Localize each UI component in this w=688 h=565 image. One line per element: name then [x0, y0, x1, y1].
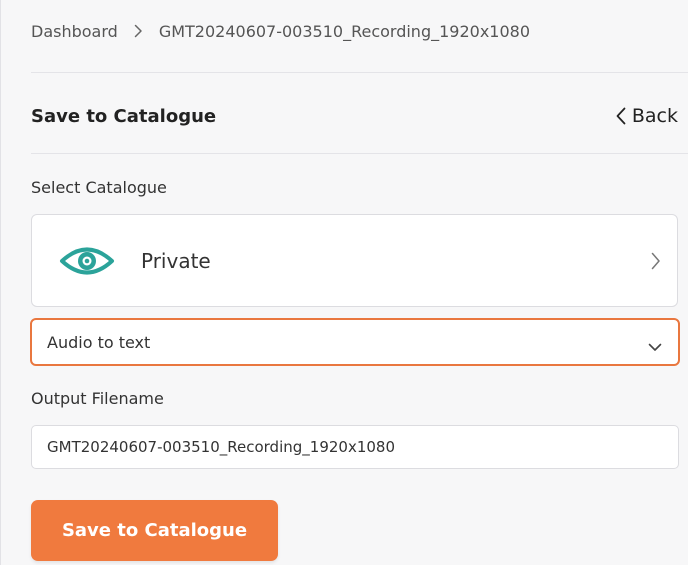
header-divider	[31, 72, 688, 73]
output-filename-input[interactable]	[31, 425, 679, 469]
output-type-select[interactable]: Audio to text	[30, 318, 680, 366]
breadcrumb: Dashboard GMT20240607-003510_Recording_1…	[31, 19, 530, 43]
title-divider	[31, 153, 688, 154]
eye-icon	[59, 246, 115, 276]
save-to-catalogue-button[interactable]: Save to Catalogue	[31, 500, 278, 561]
breadcrumb-dashboard-link[interactable]: Dashboard	[31, 22, 118, 41]
back-button[interactable]: Back	[616, 105, 678, 127]
catalogue-selector[interactable]: Private	[31, 214, 678, 307]
output-type-value: Audio to text	[47, 332, 151, 352]
chevron-down-icon	[648, 337, 662, 356]
chevron-right-icon	[651, 252, 661, 274]
select-catalogue-label: Select Catalogue	[31, 178, 167, 197]
breadcrumb-current: GMT20240607-003510_Recording_1920x1080	[158, 21, 531, 41]
output-filename-label: Output Filename	[31, 389, 164, 408]
page-title: Save to Catalogue	[31, 106, 217, 127]
back-button-label: Back	[631, 105, 678, 127]
panel-left-border	[0, 0, 1, 565]
chevron-left-icon	[616, 107, 626, 125]
chevron-right-icon	[134, 24, 143, 38]
catalogue-selected-label: Private	[141, 248, 211, 273]
